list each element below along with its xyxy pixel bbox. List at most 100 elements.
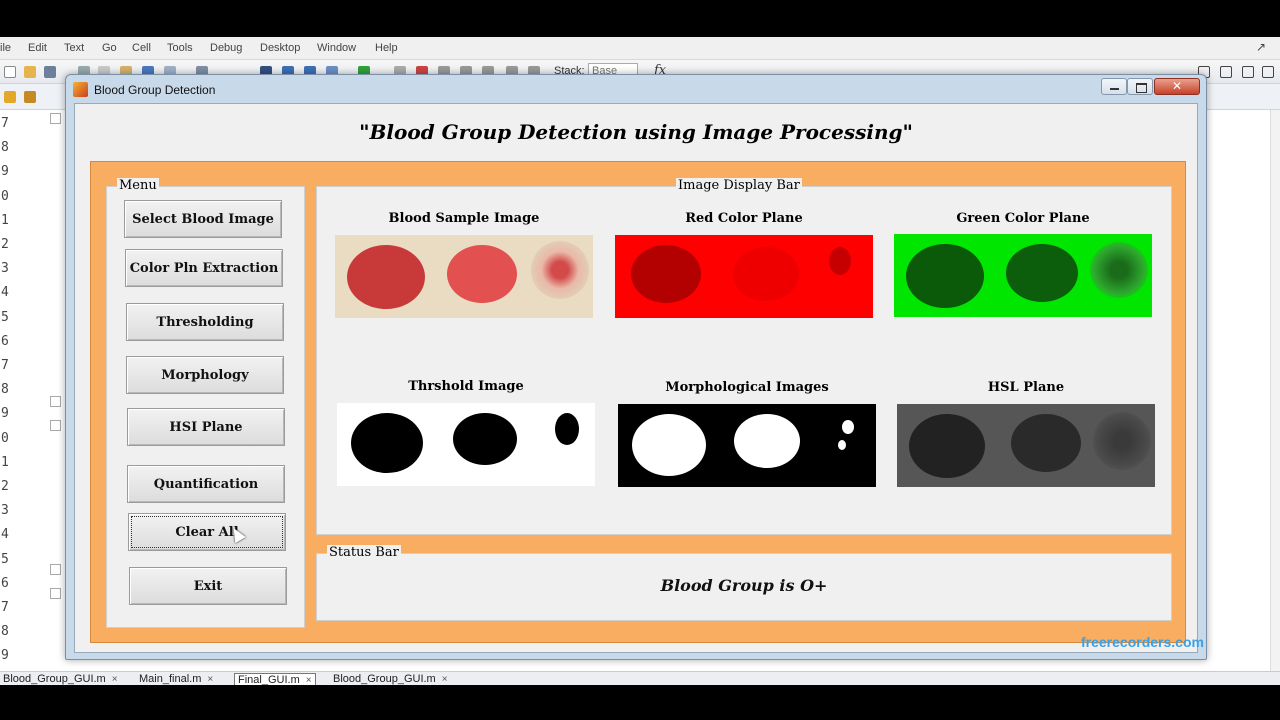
menu-text[interactable]: Text xyxy=(64,42,84,54)
menu-help[interactable]: Help xyxy=(375,42,398,54)
close-tab-icon[interactable]: × xyxy=(442,674,448,685)
color-plane-extraction-button[interactable]: Color Pln Extraction xyxy=(125,249,283,287)
save-icon[interactable] xyxy=(44,66,56,78)
figure-client-area: "Blood Group Detection using Image Proce… xyxy=(74,103,1198,653)
status-message: Blood Group is O+ xyxy=(660,576,828,595)
hsl-plane-image xyxy=(897,404,1155,487)
line-number: 4 xyxy=(1,285,9,301)
image-label: Red Color Plane xyxy=(685,211,803,226)
layout-horizontal-icon[interactable] xyxy=(1242,66,1254,78)
status-panel: Status Bar Blood Group is O+ xyxy=(316,545,1172,621)
fold-toggle-icon[interactable] xyxy=(50,564,61,575)
quantification-button[interactable]: Quantification xyxy=(127,465,285,503)
line-number: 5 xyxy=(1,551,9,567)
image-display-legend: Image Display Bar xyxy=(676,178,802,194)
image-display-panel: Image Display Bar Blood Sample Image Red… xyxy=(316,178,1172,535)
line-number: 0 xyxy=(1,188,9,204)
line-number: 4 xyxy=(1,527,9,543)
red-spot xyxy=(829,247,851,275)
binary-spot xyxy=(351,413,423,473)
editor-tab[interactable]: Blood_Group_GUI.m × xyxy=(0,673,121,685)
menu-debug[interactable]: Debug xyxy=(210,42,242,54)
tab-label: Blood_Group_GUI.m xyxy=(3,673,106,685)
layout-float-icon[interactable] xyxy=(1262,66,1274,78)
line-number: 5 xyxy=(1,309,9,325)
line-number: 7 xyxy=(1,600,9,615)
window-titlebar[interactable]: Blood Group Detection ✕ xyxy=(66,75,1206,103)
menu-panel: Menu Select Blood Image Color Pln Extrac… xyxy=(106,178,305,628)
exit-button[interactable]: Exit xyxy=(129,567,287,605)
blood-spot xyxy=(447,245,517,303)
line-number: 8 xyxy=(1,140,9,156)
figure-window: Blood Group Detection ✕ "Blood Group Det… xyxy=(65,74,1207,660)
menu-legend: Menu xyxy=(117,178,159,194)
morph-spot xyxy=(842,420,854,434)
image-label: HSL Plane xyxy=(987,380,1065,395)
fold-toggle-icon[interactable] xyxy=(50,420,61,431)
blood-spot xyxy=(531,241,589,299)
menu-edit[interactable]: Edit xyxy=(28,42,47,54)
line-number: 3 xyxy=(1,261,9,277)
thresholding-button[interactable]: Thresholding xyxy=(126,303,284,341)
eval-cell-icon[interactable] xyxy=(24,91,36,103)
undock-icon[interactable]: ↗ xyxy=(1256,40,1266,54)
line-number: 9 xyxy=(1,648,9,664)
open-folder-icon[interactable] xyxy=(24,66,36,78)
menu-desktop[interactable]: Desktop xyxy=(260,42,300,54)
fold-toggle-icon[interactable] xyxy=(50,396,61,407)
green-spot xyxy=(1006,244,1078,302)
image-label: Blood Sample Image xyxy=(388,211,540,226)
blood-spot xyxy=(347,245,425,309)
line-number: 8 xyxy=(1,382,9,398)
menu-tools[interactable]: Tools xyxy=(167,42,193,54)
green-plane-image xyxy=(894,234,1152,317)
line-number: 1 xyxy=(1,454,9,470)
line-number: 3 xyxy=(1,503,9,519)
editor-tab-active[interactable]: Final_GUI.m × xyxy=(234,673,316,685)
editor-scrollbar[interactable] xyxy=(1270,110,1280,685)
maximize-button[interactable] xyxy=(1127,78,1153,95)
close-tab-icon[interactable]: × xyxy=(112,674,118,685)
editor-tab-bar: Blood_Group_GUI.m × Main_final.m × Final_G… xyxy=(0,671,1280,685)
image-label: Thrshold Image xyxy=(408,379,524,394)
clear-all-button[interactable]: Clear All xyxy=(128,513,286,551)
line-number: 6 xyxy=(1,333,9,349)
menu-go[interactable]: Go xyxy=(102,42,117,54)
line-number: 7 xyxy=(1,358,9,373)
line-number: 9 xyxy=(1,406,9,422)
red-plane-image xyxy=(615,235,873,318)
hsi-plane-button[interactable]: HSI Plane xyxy=(127,408,285,446)
binary-spot xyxy=(453,413,517,465)
select-blood-image-button[interactable]: Select Blood Image xyxy=(124,200,282,238)
red-spot xyxy=(733,247,799,301)
close-tab-icon[interactable]: × xyxy=(207,674,213,685)
image-label: Morphological Images xyxy=(665,380,829,395)
line-number: 2 xyxy=(1,479,9,494)
line-number: 8 xyxy=(1,624,9,640)
binary-spot xyxy=(555,413,579,445)
menu-file[interactable]: ile xyxy=(0,42,11,54)
fold-toggle-icon[interactable] xyxy=(50,113,61,124)
red-spot xyxy=(631,245,701,303)
minimize-button[interactable] xyxy=(1101,78,1127,95)
hsl-spot xyxy=(1011,414,1081,472)
line-number: 6 xyxy=(1,575,9,591)
fold-toggle-icon[interactable] xyxy=(50,588,61,599)
morphology-button[interactable]: Morphology xyxy=(126,356,284,394)
menu-cell[interactable]: Cell xyxy=(132,42,151,54)
app-title: "Blood Group Detection using Image Proce… xyxy=(359,120,913,144)
cell-mode-icon[interactable] xyxy=(4,91,16,103)
hsl-spot xyxy=(909,414,985,478)
close-window-button[interactable]: ✕ xyxy=(1154,78,1200,95)
editor-tab[interactable]: Main_final.m × xyxy=(136,673,216,685)
close-tab-icon[interactable]: × xyxy=(306,675,312,685)
morphology-image xyxy=(618,404,876,487)
watermark: freerecorders.com xyxy=(1081,634,1204,650)
tab-label: Main_final.m xyxy=(139,673,202,685)
editor-tab[interactable]: Blood_Group_GUI.m × xyxy=(330,673,451,685)
new-file-icon[interactable] xyxy=(4,66,16,78)
layout-split-icon[interactable] xyxy=(1220,66,1232,78)
line-number: 7 xyxy=(1,116,9,131)
hsl-spot xyxy=(1093,412,1151,470)
menu-window[interactable]: Window xyxy=(317,42,356,54)
